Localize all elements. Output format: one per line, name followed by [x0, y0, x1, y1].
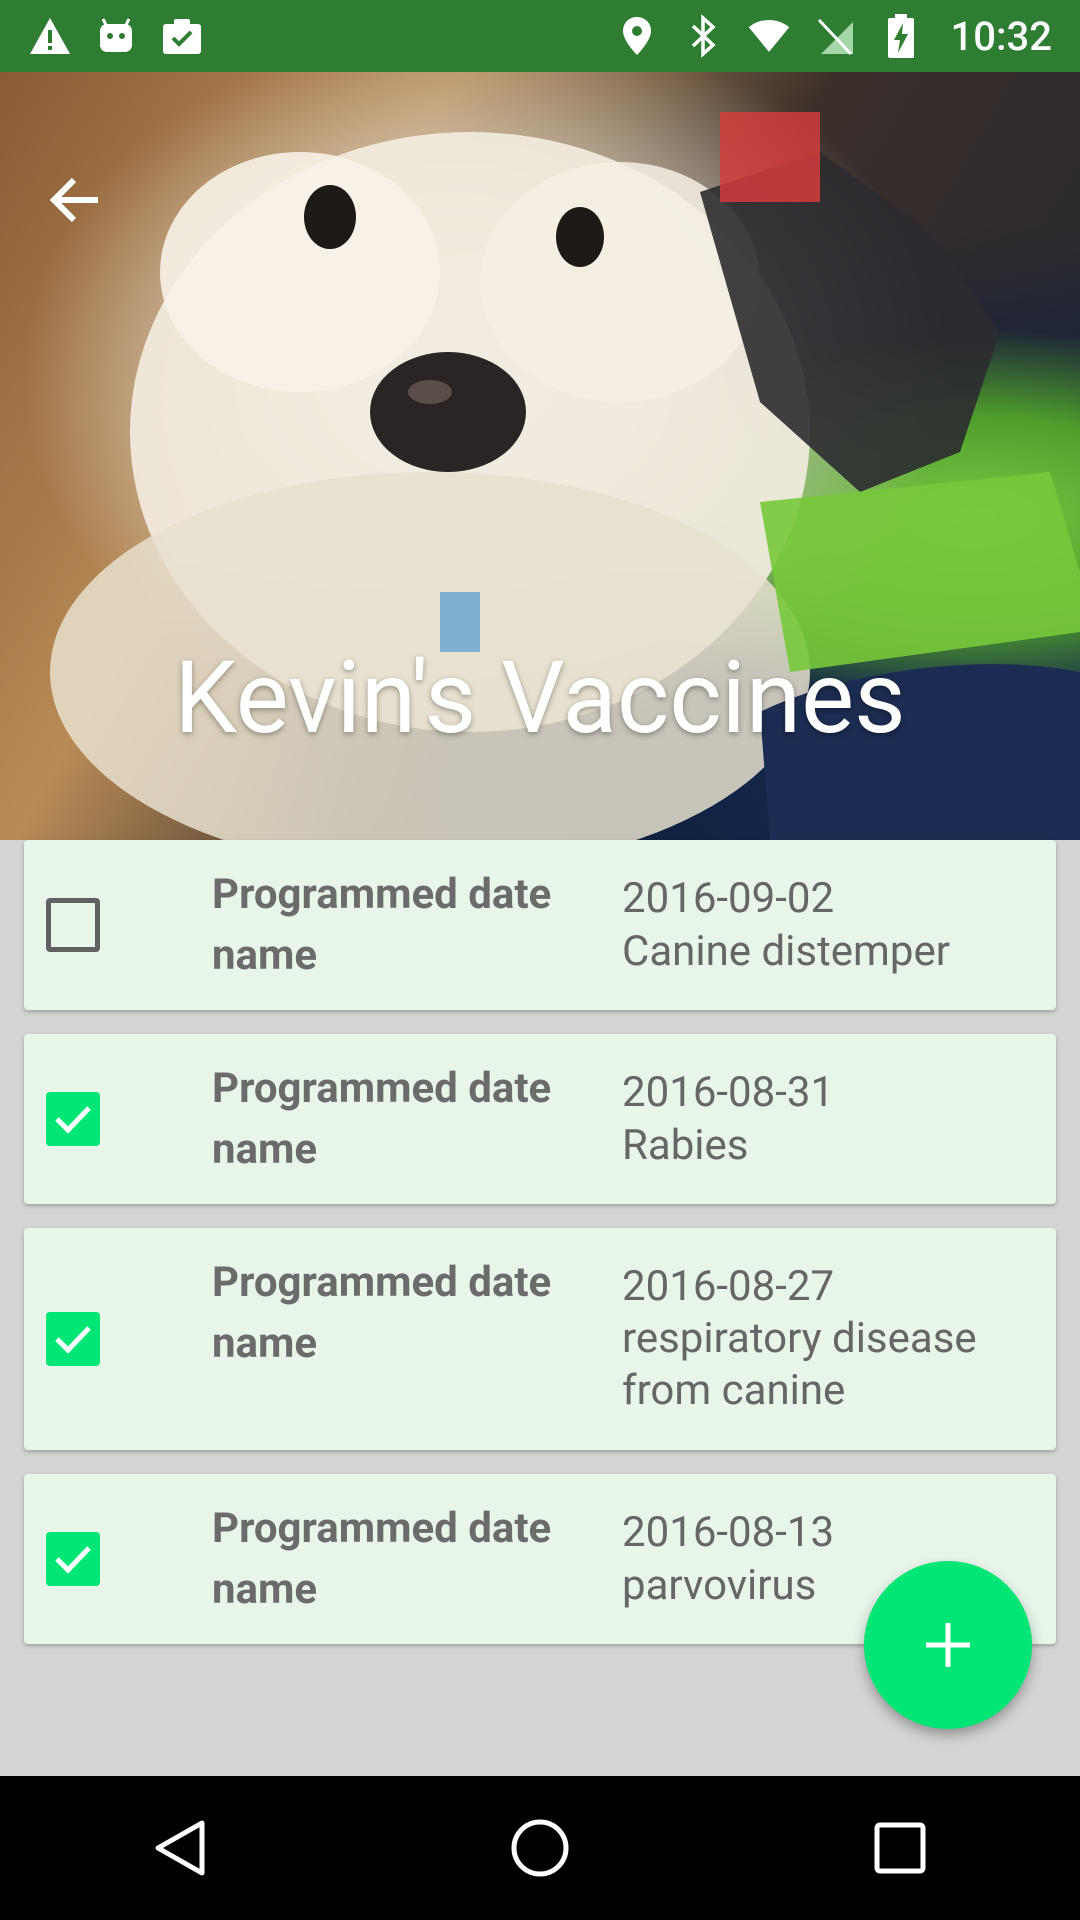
field-labels: Programmed date name: [212, 1498, 551, 1620]
status-right-icons: 10:32: [615, 13, 1052, 60]
field-labels: Programmed date name: [212, 864, 551, 986]
label-name: name: [212, 1319, 318, 1368]
page-title: Kevin's Vaccines: [174, 640, 906, 757]
vaccine-name: Rabies: [622, 1121, 749, 1170]
vaccine-date: 2016-08-13: [622, 1508, 835, 1557]
checkmark-icon: [55, 1546, 91, 1574]
checkmark-icon: [55, 1326, 91, 1354]
vaccine-checkbox[interactable]: [46, 1312, 100, 1366]
nav-home-button[interactable]: [480, 1788, 600, 1908]
field-labels: Programmed date name: [212, 1058, 551, 1180]
label-programmed-date: Programmed date: [212, 1064, 552, 1113]
bluetooth-icon: [681, 14, 725, 58]
status-time: 10:32: [950, 12, 1052, 60]
vaccine-card[interactable]: Programmed date name 2016-08-27 respirat…: [24, 1228, 1056, 1450]
label-name: name: [212, 1125, 318, 1174]
add-vaccine-button[interactable]: [864, 1561, 1032, 1729]
vaccine-date: 2016-09-02: [622, 874, 835, 923]
label-name: name: [212, 1565, 318, 1614]
status-bar: 10:32: [0, 0, 1080, 72]
vaccine-checkbox[interactable]: [46, 898, 100, 952]
field-labels: Programmed date name: [212, 1252, 551, 1374]
field-values: 2016-09-02 Canine distemper: [622, 868, 1042, 982]
vaccine-checkbox[interactable]: [46, 1092, 100, 1146]
arrow-back-icon: [49, 177, 98, 223]
wifi-icon: [747, 14, 791, 58]
nav-back-button[interactable]: [120, 1788, 240, 1908]
home-circle-icon: [511, 1819, 569, 1877]
label-programmed-date: Programmed date: [212, 1258, 552, 1307]
no-sim-icon: [813, 14, 857, 58]
clipboard-check-icon: [160, 14, 204, 58]
vaccine-date: 2016-08-31: [622, 1068, 835, 1117]
recents-square-icon: [874, 1822, 926, 1874]
field-values: 2016-08-31 Rabies: [622, 1062, 1042, 1176]
nav-recents-button[interactable]: [840, 1788, 960, 1908]
checkmark-icon: [55, 1106, 91, 1134]
label-programmed-date: Programmed date: [212, 1504, 552, 1553]
battery-charging-icon: [879, 14, 923, 58]
vaccine-checkbox[interactable]: [46, 1532, 100, 1586]
back-triangle-icon: [155, 1820, 205, 1876]
back-button[interactable]: [48, 176, 120, 248]
vaccine-card[interactable]: Programmed date name 2016-09-02 Canine d…: [24, 840, 1056, 1010]
vaccine-date: 2016-08-27: [622, 1262, 835, 1311]
vaccine-name: respiratory disease from canine: [622, 1314, 977, 1415]
vaccine-name: Canine distemper: [622, 927, 950, 976]
label-name: name: [212, 931, 318, 980]
field-values: 2016-08-27 respiratory disease from cani…: [622, 1256, 1042, 1417]
label-programmed-date: Programmed date: [212, 870, 552, 919]
vaccine-card[interactable]: Programmed date name 2016-08-31 Rabies: [24, 1034, 1056, 1204]
android-icon: [94, 14, 138, 58]
plus-icon: [926, 1623, 970, 1667]
status-left-icons: [28, 14, 204, 58]
header-image: Kevin's Vaccines: [0, 72, 1080, 840]
warning-icon: [28, 14, 72, 58]
location-icon: [615, 14, 659, 58]
navigation-bar: [0, 1776, 1080, 1920]
